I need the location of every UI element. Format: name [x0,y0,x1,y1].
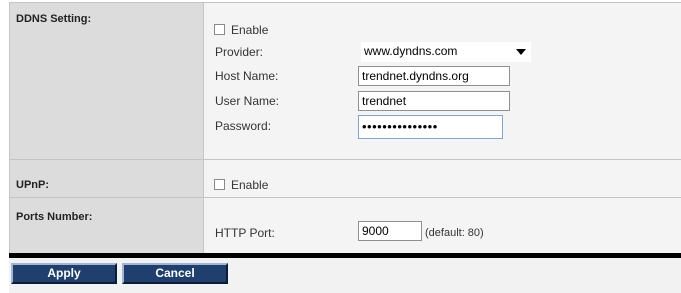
password-label: Password: [215,119,272,133]
http-port-input[interactable]: 9000 [358,221,422,241]
ports-number-values: HTTP Port: 9000 (default: 80) [204,198,681,253]
upnp-row: UPnP: Enable [9,159,681,197]
provider-select[interactable]: www.dyndns.com [361,42,531,62]
host-name-label: Host Name: [215,69,279,83]
provider-label: Provider: [215,45,264,59]
user-name-label: User Name: [215,94,280,108]
ddns-setting-values: Enable Provider: www.dyndns.com Host Nam… [204,3,681,159]
user-name-input[interactable]: trendnet [358,91,510,111]
ddns-enable-label: Enable [231,23,269,37]
password-input[interactable]: ••••••••••••••• [358,115,503,139]
upnp-enable-checkbox[interactable] [214,179,225,190]
ddns-setting-label: DDNS Setting: [9,3,204,159]
ports-number-row: Ports Number: HTTP Port: 9000 (default: … [9,197,681,253]
http-port-default-hint: (default: 80) [425,227,484,239]
http-port-label: HTTP Port: [215,226,275,240]
upnp-values: Enable [204,160,681,197]
host-name-input[interactable]: trendnet.dyndns.org [358,66,510,86]
upnp-label: UPnP: [9,160,204,197]
button-bar: Apply Cancel [9,258,681,293]
ports-number-label: Ports Number: [9,198,204,253]
ddns-enable-checkbox[interactable] [214,24,225,35]
ddns-setting-row: DDNS Setting: Enable Provider: www.dyndn… [9,2,681,159]
apply-button[interactable]: Apply [11,263,117,284]
settings-form: DDNS Setting: Enable Provider: www.dyndn… [9,0,681,293]
chevron-down-icon [516,49,526,55]
provider-select-value: www.dyndns.com [364,44,458,58]
upnp-enable-label: Enable [231,178,269,192]
cancel-button[interactable]: Cancel [122,263,228,284]
